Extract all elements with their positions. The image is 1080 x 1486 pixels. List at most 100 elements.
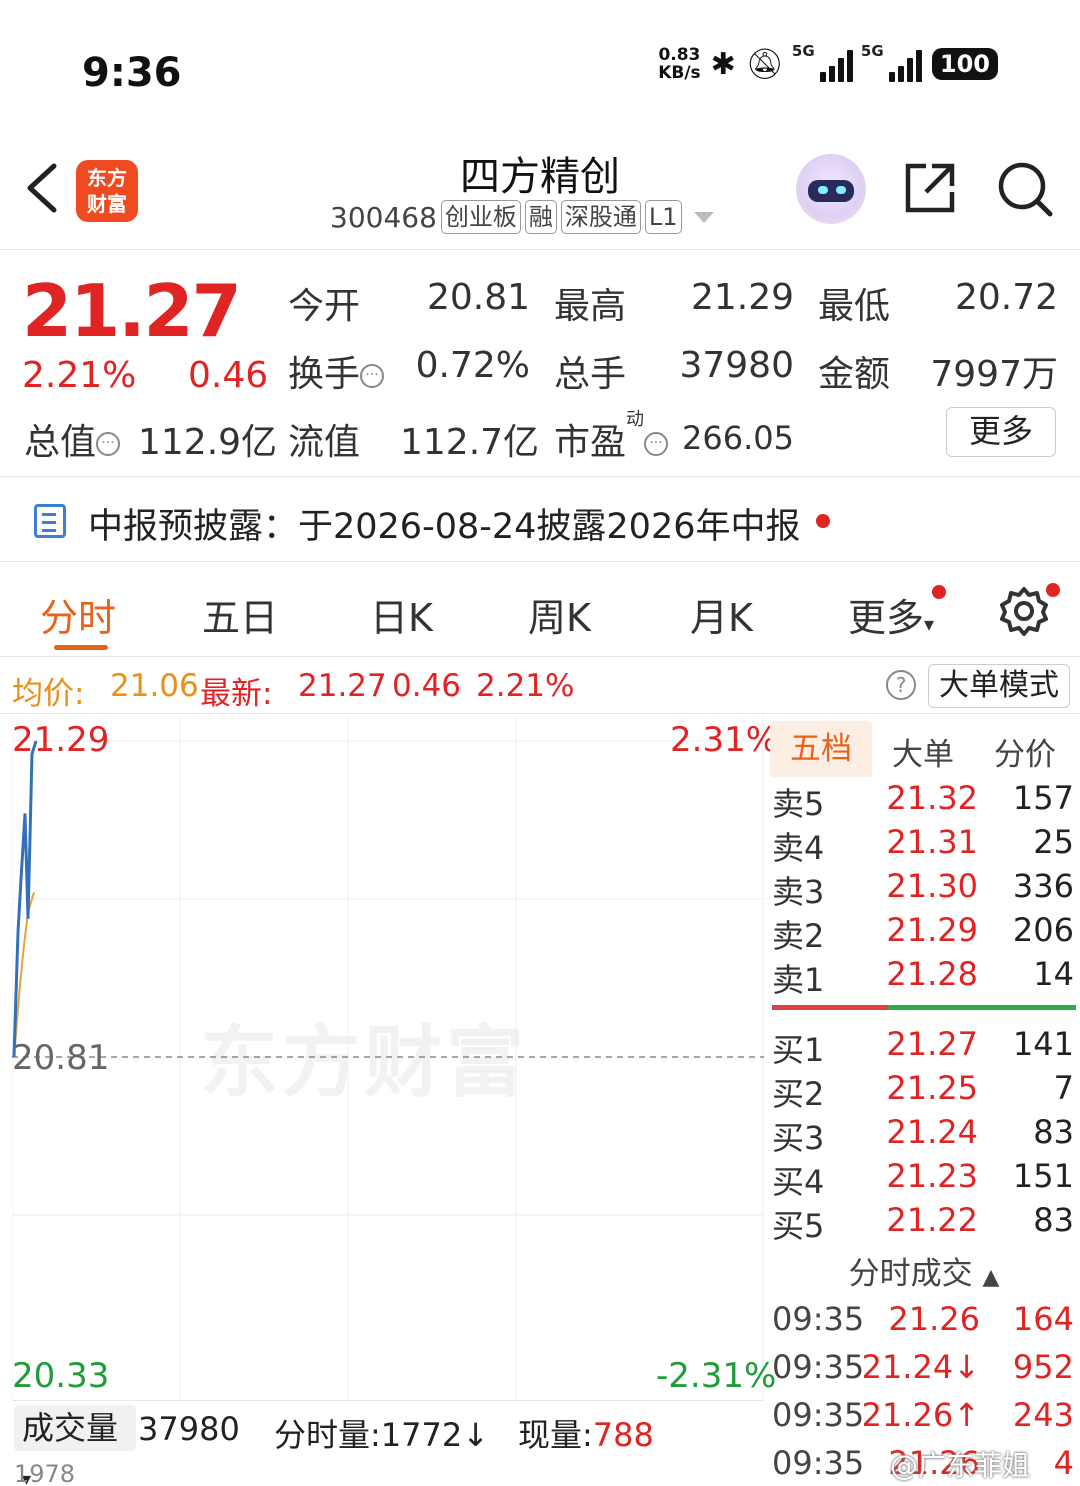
bid-row[interactable]: 买2 21.25 7	[768, 1069, 1080, 1113]
intraday-chart[interactable]	[12, 715, 764, 1399]
ask-row[interactable]: 卖4 21.31 25	[768, 823, 1080, 867]
tick-row: 09:35 21.26↑ 243	[768, 1396, 1080, 1444]
network-speed: 0.83 KB/s	[658, 45, 701, 83]
ask-volume: 206	[1012, 911, 1074, 949]
volume-label: 总手	[554, 354, 627, 395]
bid-level: 买5	[772, 1207, 825, 1245]
more-button[interactable]: 更多	[946, 407, 1056, 457]
change-amount: 0.46	[188, 355, 269, 396]
bid-price: 21.25	[886, 1069, 978, 1107]
clock: 9:36	[82, 50, 182, 96]
ask-row[interactable]: 卖1 21.28 14	[768, 955, 1080, 999]
active-tab-indicator	[54, 645, 108, 650]
chart-bottom-pct: -2.31%	[656, 1356, 777, 1396]
tab-big-orders[interactable]: 大单	[892, 729, 954, 774]
latest-change: 0.46	[392, 668, 462, 704]
bid-volume: 7	[1053, 1069, 1074, 1107]
turnover-value: 0.72%	[415, 345, 530, 386]
bid-level: 买3	[772, 1119, 825, 1157]
amount-value: 7997万	[930, 354, 1058, 395]
open-value: 20.81	[426, 277, 530, 318]
ask-price: 21.28	[886, 955, 978, 993]
help-icon[interactable]: ?	[886, 670, 916, 700]
tab-weekly-k[interactable]: 周K	[528, 587, 591, 642]
mktcap-value: 112.9亿	[138, 422, 278, 463]
chart-bottom-price: 20.33	[12, 1356, 110, 1396]
low-value: 20.72	[954, 277, 1058, 318]
bid-price: 21.27	[886, 1025, 978, 1063]
tick-time: 09:35	[772, 1300, 865, 1338]
gear-icon[interactable]	[998, 585, 1050, 637]
bid-row[interactable]: 买4 21.23 151	[768, 1157, 1080, 1201]
ask-price: 21.30	[886, 867, 978, 905]
tick-header[interactable]: 分时成交 ▲	[768, 1248, 1080, 1293]
tick-price: 21.26↑	[861, 1396, 980, 1434]
ask-row[interactable]: 卖5 21.32 157	[768, 779, 1080, 823]
float-value: 112.7亿	[400, 422, 540, 463]
weibo-watermark: @广东菲姐	[890, 1449, 1031, 1482]
info-icon[interactable]: ···	[96, 432, 121, 456]
tab-daily-k[interactable]: 日K	[370, 587, 433, 642]
info-icon[interactable]: ···	[644, 432, 669, 456]
tab-five-day[interactable]: 五日	[202, 587, 278, 642]
bid-row[interactable]: 买3 21.24 83	[768, 1113, 1080, 1157]
search-icon[interactable]	[996, 160, 1054, 218]
ask-volume: 14	[1033, 955, 1074, 993]
ask-row[interactable]: 卖3 21.30 336	[768, 867, 1080, 911]
bid-row[interactable]: 买5 21.22 83	[768, 1201, 1080, 1245]
volume-bar: 成交量 ▾ 37980 分时量:1772↓ 现量:788	[12, 1400, 764, 1486]
info-icon[interactable]: ···	[360, 364, 385, 388]
tab-more[interactable]: 更多▾	[848, 587, 934, 642]
stock-header: 东方 财富 四方精创 300468 创业板 融 深股通 L1	[0, 130, 1080, 250]
price-summary-line: 均价: 21.06 最新: 21.27 0.46 2.21%	[0, 658, 1080, 714]
tab-price-dist[interactable]: 分价	[994, 729, 1056, 774]
ask-price: 21.32	[886, 779, 978, 817]
level-tag: L1	[644, 200, 682, 234]
settings-dot	[1046, 583, 1060, 597]
mute-icon: 🔕︎	[745, 46, 784, 82]
avg-value: 21.06	[110, 668, 199, 704]
document-icon	[34, 504, 66, 538]
chart-top-price: 21.29	[12, 720, 110, 760]
amount-label: 金额	[818, 354, 891, 395]
latest-pct: 2.21%	[476, 668, 575, 704]
minute-volume: 分时量:1772↓	[274, 1416, 490, 1454]
ask-price: 21.31	[886, 823, 978, 861]
latest-label: 最新:	[200, 676, 273, 712]
ask-row[interactable]: 卖2 21.29 206	[768, 911, 1080, 955]
current-volume: 现量:788	[518, 1416, 654, 1454]
ask-volume: 25	[1033, 823, 1074, 861]
tick-time: 09:35	[772, 1348, 865, 1386]
bid-volume: 83	[1033, 1113, 1074, 1151]
chart-mid-price: 20.81	[12, 1038, 110, 1078]
latest-value: 21.27	[298, 668, 387, 704]
change-percent: 2.21%	[22, 355, 137, 396]
order-book-tabs: 五档 大单 分价	[768, 721, 1080, 781]
margin-tag: 融	[524, 200, 557, 234]
connect-tag: 深股通	[560, 200, 641, 234]
ai-assistant-icon[interactable]	[796, 154, 866, 224]
signal-icon: 5G	[792, 42, 853, 82]
notice-banner[interactable]: 中报预披露：于2026-08-24披露2026年中报	[0, 478, 1080, 562]
turnover-label: 换手 ···	[288, 345, 385, 397]
signal-icon-2: 5G	[861, 42, 922, 82]
mktcap-label: 总值 ···	[24, 413, 121, 465]
high-value: 21.29	[690, 277, 794, 318]
tab-monthly-k[interactable]: 月K	[690, 587, 753, 642]
ask-volume: 157	[1012, 779, 1074, 817]
float-label: 流值	[288, 422, 361, 463]
tick-time: 09:35	[772, 1396, 865, 1434]
chart-tabs: 分时 五日 日K 周K 月K 更多▾	[0, 563, 1080, 657]
stock-meta[interactable]: 300468 创业板 融 深股通 L1	[330, 200, 714, 234]
indicator-selector[interactable]: 成交量 ▾	[14, 1405, 136, 1486]
ask-level: 卖3	[772, 873, 825, 911]
low-label: 最低	[818, 286, 891, 327]
bid-price: 21.24	[886, 1113, 978, 1151]
share-icon[interactable]	[902, 160, 958, 216]
big-order-mode-button[interactable]: 大单模式	[928, 664, 1070, 708]
tick-volume: 243	[1012, 1396, 1074, 1434]
tab-intraday[interactable]: 分时	[40, 587, 116, 642]
tab-level5[interactable]: 五档	[770, 721, 872, 777]
tick-volume: 4	[1053, 1444, 1074, 1482]
bid-row[interactable]: 买1 21.27 141	[768, 1025, 1080, 1069]
